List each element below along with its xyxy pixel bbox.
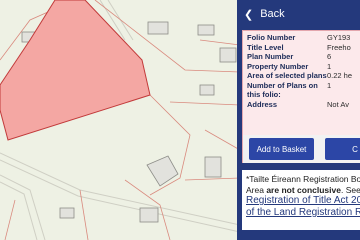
plans-count-value: 1 [327,80,332,90]
secondary-action-button[interactable]: C [325,138,360,160]
plan-number-row: Plan Number 6 [243,52,360,62]
property-number-label: Property Number [247,61,309,71]
title-level-row: Title Level Freeho [243,43,360,53]
area-value: 0.22 he [327,71,353,80]
notice-line-1: *Tailte Éireann Registration Bo [246,174,360,184]
folio-number-value: GY193 [327,33,351,42]
panel-footer [237,232,360,240]
plan-number-label: Plan Number [247,52,294,61]
folio-panel: ❮ Back Folio Number GY193 Title Level Fr… [237,0,360,240]
action-bar: Add to Basket C [243,135,360,163]
registration-act-link[interactable]: Registration of Title Act 20 [246,195,360,207]
notice-line-2: Area are not conclusive. See [246,184,360,195]
folio-number-label: Folio Number [247,33,296,42]
area-label: Area of selected plans [247,71,327,80]
title-level-label: Title Level [247,42,284,52]
title-level-value: Freeho [327,42,351,52]
address-label: Address [247,99,278,109]
address-row: Address Not Av [243,100,360,110]
property-number-row: Property Number 1 [243,62,360,72]
folio-number-row: Folio Number GY193 [243,33,360,43]
address-value: Not Av [327,99,349,109]
property-number-value: 1 [327,61,332,71]
chevron-left-icon: ❮ [244,8,254,21]
back-label: Back [260,8,285,20]
area-row: Area of selected plans 0.22 he [243,71,360,81]
folio-info-card: Folio Number GY193 Title Level Freeho Pl… [242,30,360,163]
add-to-basket-button[interactable]: Add to Basket [249,138,314,160]
registration-rules-link[interactable]: of the Land Registration Ru [246,207,360,219]
back-button[interactable]: ❮ Back [237,0,360,28]
plan-number-value: 6 [327,52,332,61]
plans-count-label: Number of Plans on this folio: [247,80,318,100]
plans-count-row: Number of Plans on this folio: 1 [243,81,360,100]
disclaimer-notice: *Tailte Éireann Registration Bo Area are… [242,170,360,230]
